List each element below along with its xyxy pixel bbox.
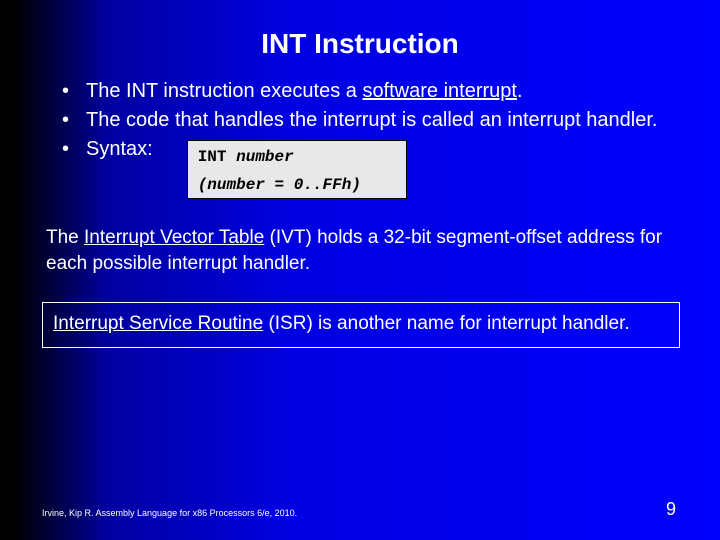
bullet-dot-icon: • bbox=[62, 107, 86, 134]
bullet-dot-icon: • bbox=[62, 136, 86, 163]
page-number: 9 bbox=[666, 499, 676, 520]
bullet-item: • The INT instruction executes a softwar… bbox=[62, 78, 680, 105]
slide-title: INT Instruction bbox=[0, 0, 720, 78]
callout-box: Interrupt Service Routine (ISR) is anoth… bbox=[42, 302, 680, 348]
underlined-term: software interrupt bbox=[362, 80, 517, 102]
footer-citation: Irvine, Kip R. Assembly Language for x86… bbox=[42, 508, 297, 518]
underlined-term: Interrupt Service Routine bbox=[53, 313, 263, 334]
code-line: INT number bbox=[198, 147, 396, 169]
text-fragment: The INT instruction executes a bbox=[86, 80, 362, 102]
text-fragment: . bbox=[517, 80, 523, 102]
text-fragment: The bbox=[46, 227, 84, 248]
bullet-list: • The INT instruction executes a softwar… bbox=[0, 78, 720, 199]
bullet-dot-icon: • bbox=[62, 78, 86, 105]
code-italic: number bbox=[236, 148, 294, 166]
bullet-item: • The code that handles the interrupt is… bbox=[62, 107, 680, 134]
paragraph: The Interrupt Vector Table (IVT) holds a… bbox=[0, 225, 720, 276]
code-line: (number = 0..FFh) bbox=[198, 175, 396, 197]
underlined-term: Interrupt Vector Table bbox=[84, 227, 264, 248]
bullet-item: • Syntax: INT number (number = 0..FFh) bbox=[62, 136, 680, 199]
bullet-text: The INT instruction executes a software … bbox=[86, 78, 680, 105]
text-fragment: (ISR) is another name for interrupt hand… bbox=[263, 313, 629, 334]
code-box: INT number (number = 0..FFh) bbox=[187, 140, 407, 199]
bullet-text: The code that handles the interrupt is c… bbox=[86, 107, 680, 134]
code-text: INT bbox=[198, 148, 236, 166]
syntax-label: Syntax: bbox=[86, 136, 153, 163]
